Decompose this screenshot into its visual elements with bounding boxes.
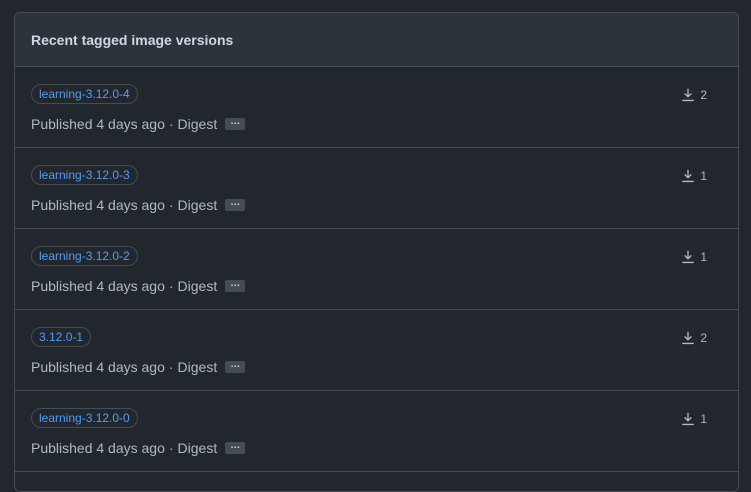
download-count: 1 — [681, 411, 707, 427]
version-row: learning-3.12.0-4 Published 4 days ago ·… — [15, 67, 738, 148]
panel-header: Recent tagged image versions — [15, 13, 738, 67]
published-text: Published 4 days ago — [31, 197, 165, 213]
download-icon — [682, 88, 695, 102]
download-count-value: 1 — [700, 169, 707, 183]
download-count-value: 1 — [700, 412, 707, 426]
download-icon — [682, 331, 695, 345]
version-row: learning-3.12.0-3 Published 4 days ago ·… — [15, 148, 738, 229]
published-text: Published 4 days ago — [31, 440, 165, 456]
version-meta: Published 4 days ago · Digest … — [31, 114, 246, 134]
download-icon — [682, 412, 695, 426]
version-tag-link[interactable]: learning-3.12.0-4 — [31, 84, 138, 104]
recent-tagged-versions-panel: Recent tagged image versions learning-3.… — [14, 12, 739, 492]
meta-separator: · — [168, 359, 174, 375]
version-row: learning-3.12.0-0 Published 4 days ago ·… — [15, 391, 738, 472]
version-tag-link[interactable]: learning-3.12.0-3 — [31, 165, 138, 185]
download-icon — [682, 169, 695, 183]
digest-expand-button[interactable]: … — [225, 360, 246, 373]
meta-separator: · — [168, 440, 174, 456]
digest-expand-button[interactable]: … — [225, 117, 246, 130]
download-count-value: 2 — [700, 331, 707, 345]
digest-label: Digest — [177, 197, 218, 213]
version-meta: Published 4 days ago · Digest … — [31, 357, 246, 377]
version-meta: Published 4 days ago · Digest … — [31, 276, 246, 296]
version-tag-link[interactable]: learning-3.12.0-2 — [31, 246, 138, 266]
digest-label: Digest — [177, 359, 218, 375]
digest-label: Digest — [177, 116, 218, 132]
digest-expand-button[interactable]: … — [225, 198, 246, 211]
download-count: 1 — [681, 249, 707, 265]
version-tag-link[interactable]: learning-3.12.0-0 — [31, 408, 138, 428]
published-text: Published 4 days ago — [31, 359, 165, 375]
meta-separator: · — [168, 197, 174, 213]
digest-label: Digest — [177, 440, 218, 456]
download-count: 1 — [681, 168, 707, 184]
digest-label: Digest — [177, 278, 218, 294]
published-text: Published 4 days ago — [31, 278, 165, 294]
download-count: 2 — [681, 330, 707, 346]
download-count-value: 2 — [700, 88, 707, 102]
version-meta: Published 4 days ago · Digest … — [31, 438, 246, 458]
version-row: 3.12.0-1 Published 4 days ago · Digest …… — [15, 310, 738, 391]
version-tag-link[interactable]: 3.12.0-1 — [31, 327, 92, 347]
download-icon — [682, 250, 695, 264]
meta-separator: · — [168, 116, 174, 132]
digest-expand-button[interactable]: … — [225, 441, 246, 454]
meta-separator: · — [168, 278, 174, 294]
download-count-value: 1 — [700, 250, 707, 264]
published-text: Published 4 days ago — [31, 116, 165, 132]
download-count: 2 — [681, 87, 707, 103]
version-row: learning-3.12.0-2 Published 4 days ago ·… — [15, 229, 738, 310]
version-meta: Published 4 days ago · Digest … — [31, 195, 246, 215]
digest-expand-button[interactable]: … — [225, 279, 246, 292]
panel-title: Recent tagged image versions — [31, 31, 234, 48]
